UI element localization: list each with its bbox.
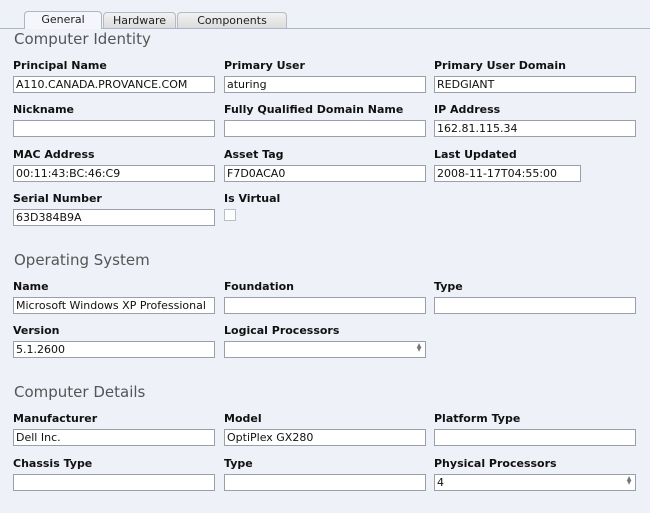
is-virtual-field: Is Virtual bbox=[224, 192, 426, 221]
model-input[interactable]: OptiPlex GX280 bbox=[224, 429, 426, 446]
nickname-field: Nickname bbox=[13, 103, 215, 137]
spinner-arrows-icon[interactable]: ▲ ▼ bbox=[625, 476, 633, 486]
primary-user-domain-input[interactable]: REDGIANT bbox=[434, 76, 636, 93]
serial-number-label: Serial Number bbox=[13, 192, 102, 205]
spinner-arrows-icon[interactable]: ▲ ▼ bbox=[415, 343, 423, 353]
ip-address-label: IP Address bbox=[434, 103, 501, 116]
model-field: Model OptiPlex GX280 bbox=[224, 412, 426, 446]
os-foundation-label: Foundation bbox=[224, 280, 295, 293]
platform-type-field: Platform Type bbox=[434, 412, 636, 446]
principal-name-input[interactable]: A110.CANADA.PROVANCE.COM bbox=[13, 76, 215, 93]
platform-type-input[interactable] bbox=[434, 429, 636, 446]
model-label: Model bbox=[224, 412, 262, 425]
os-foundation-field: Foundation bbox=[224, 280, 426, 314]
tab-hardware[interactable]: Hardware bbox=[103, 12, 176, 28]
manufacturer-input[interactable]: Dell Inc. bbox=[13, 429, 215, 446]
ip-address-input[interactable]: 162.81.115.34 bbox=[434, 120, 636, 137]
asset-tag-label: Asset Tag bbox=[224, 148, 284, 161]
physical-processors-spinner[interactable]: 4 ▲ ▼ bbox=[434, 474, 636, 491]
physical-processors-label: Physical Processors bbox=[434, 457, 557, 470]
details-type-field: Type bbox=[224, 457, 426, 491]
platform-type-label: Platform Type bbox=[434, 412, 521, 425]
logical-processors-spinner[interactable]: ▲ ▼ bbox=[224, 341, 426, 358]
last-updated-input[interactable]: 2008-11-17T04:55:00 bbox=[434, 165, 581, 182]
mac-address-field: MAC Address 00:11:43:BC:46:C9 bbox=[13, 148, 215, 182]
serial-number-field: Serial Number 63D384B9A bbox=[13, 192, 215, 226]
details-type-label: Type bbox=[224, 457, 253, 470]
logical-processors-field: Logical Processors ▲ ▼ bbox=[224, 324, 426, 358]
os-type-input[interactable] bbox=[434, 297, 636, 314]
os-version-label: Version bbox=[13, 324, 60, 337]
os-version-input[interactable]: 5.1.2600 bbox=[13, 341, 215, 358]
chassis-type-field: Chassis Type bbox=[13, 457, 215, 491]
fqdn-field: Fully Qualified Domain Name bbox=[224, 103, 426, 137]
asset-tag-field: Asset Tag F7D0ACA0 bbox=[224, 148, 426, 182]
primary-user-input[interactable]: aturing bbox=[224, 76, 426, 93]
tab-general[interactable]: General bbox=[24, 11, 102, 29]
os-foundation-input[interactable] bbox=[224, 297, 426, 314]
physical-processors-field: Physical Processors 4 ▲ ▼ bbox=[434, 457, 636, 491]
ip-address-field: IP Address 162.81.115.34 bbox=[434, 103, 636, 137]
primary-user-label: Primary User bbox=[224, 59, 305, 72]
physical-processors-input[interactable]: 4 bbox=[434, 474, 636, 491]
mac-address-input[interactable]: 00:11:43:BC:46:C9 bbox=[13, 165, 215, 182]
primary-user-domain-field: Primary User Domain REDGIANT bbox=[434, 59, 636, 93]
principal-name-field: Principal Name A110.CANADA.PROVANCE.COM bbox=[13, 59, 215, 93]
manufacturer-field: Manufacturer Dell Inc. bbox=[13, 412, 215, 446]
last-updated-label: Last Updated bbox=[434, 148, 517, 161]
details-type-input[interactable] bbox=[224, 474, 426, 491]
is-virtual-label: Is Virtual bbox=[224, 192, 281, 205]
chassis-type-input[interactable] bbox=[13, 474, 215, 491]
nickname-input[interactable] bbox=[13, 120, 215, 137]
section-title-computer-identity: Computer Identity bbox=[14, 30, 151, 48]
logical-processors-input[interactable] bbox=[224, 341, 426, 358]
last-updated-field: Last Updated 2008-11-17T04:55:00 bbox=[434, 148, 636, 182]
asset-tag-input[interactable]: F7D0ACA0 bbox=[224, 165, 426, 182]
section-title-operating-system: Operating System bbox=[14, 251, 150, 269]
chassis-type-label: Chassis Type bbox=[13, 457, 93, 470]
tab-bar: General Hardware Components bbox=[0, 0, 650, 29]
serial-number-input[interactable]: 63D384B9A bbox=[13, 209, 215, 226]
tab-components[interactable]: Components bbox=[177, 12, 287, 28]
fqdn-input[interactable] bbox=[224, 120, 426, 137]
primary-user-field: Primary User aturing bbox=[224, 59, 426, 93]
manufacturer-label: Manufacturer bbox=[13, 412, 98, 425]
os-name-input[interactable]: Microsoft Windows XP Professional bbox=[13, 297, 215, 314]
is-virtual-checkbox[interactable] bbox=[224, 209, 236, 221]
nickname-label: Nickname bbox=[13, 103, 74, 116]
os-name-field: Name Microsoft Windows XP Professional bbox=[13, 280, 215, 314]
os-type-field: Type bbox=[434, 280, 636, 314]
primary-user-domain-label: Primary User Domain bbox=[434, 59, 566, 72]
section-title-computer-details: Computer Details bbox=[14, 383, 146, 401]
logical-processors-label: Logical Processors bbox=[224, 324, 340, 337]
os-type-label: Type bbox=[434, 280, 463, 293]
principal-name-label: Principal Name bbox=[13, 59, 107, 72]
os-name-label: Name bbox=[13, 280, 49, 293]
mac-address-label: MAC Address bbox=[13, 148, 95, 161]
fqdn-label: Fully Qualified Domain Name bbox=[224, 103, 404, 116]
os-version-field: Version 5.1.2600 bbox=[13, 324, 215, 358]
